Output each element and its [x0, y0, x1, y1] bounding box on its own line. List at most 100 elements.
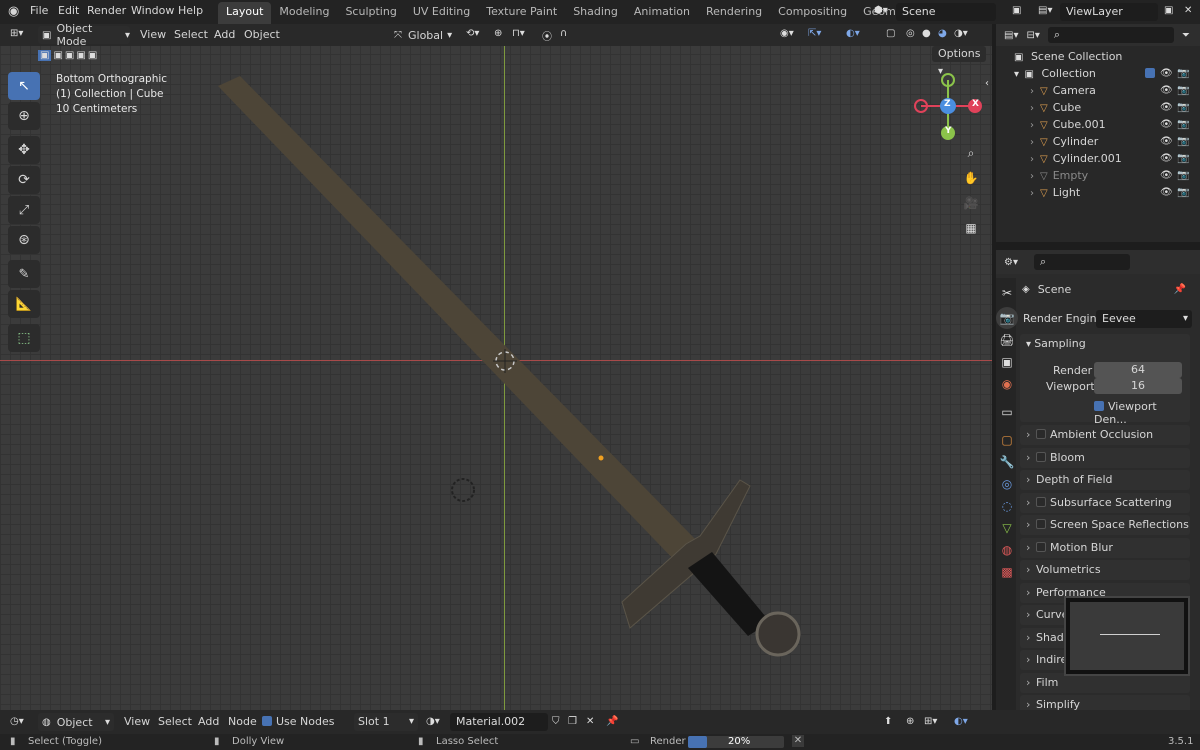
- select-invert-icon[interactable]: ▣: [76, 50, 85, 61]
- render-camera-icon[interactable]: 📷: [1177, 65, 1189, 82]
- outliner-item[interactable]: › ▽ Cylinder.001 👁 📷: [996, 150, 1200, 167]
- pin-icon[interactable]: 📌: [606, 716, 618, 727]
- panel-enable-checkbox[interactable]: [1036, 519, 1046, 529]
- tool-annotate[interactable]: ✎: [8, 260, 40, 288]
- shading-rendered-icon[interactable]: ◑▾: [954, 28, 968, 39]
- ortho-grid-icon[interactable]: ▦: [960, 217, 982, 239]
- scene-new-icon[interactable]: ▣: [1012, 5, 1021, 16]
- render-camera-icon[interactable]: 📷: [1177, 167, 1189, 184]
- render-camera-icon[interactable]: 📷: [1177, 99, 1189, 116]
- filter-icon[interactable]: ⏷: [1182, 30, 1190, 41]
- select-subtract-icon[interactable]: ▣: [65, 50, 74, 61]
- overlay-toggle-icon[interactable]: ◐▾: [954, 716, 968, 727]
- panel-enable-checkbox[interactable]: [1036, 496, 1046, 507]
- snap-target-icon[interactable]: ⊞▾: [924, 716, 937, 727]
- use-nodes-toggle[interactable]: Use Nodes: [262, 715, 335, 728]
- display-mode-icon[interactable]: ⊟▾: [1026, 30, 1039, 41]
- tab-shading[interactable]: Shading: [565, 2, 626, 24]
- texture-tab-icon[interactable]: ▩: [996, 561, 1018, 583]
- outliner-item[interactable]: › ▽ Camera 👁 📷: [996, 82, 1200, 99]
- tab-sculpting[interactable]: Sculpting: [337, 2, 404, 24]
- render-camera-icon[interactable]: 📷: [1177, 82, 1189, 99]
- snap-icon[interactable]: ⊕: [906, 716, 914, 727]
- tab-uv-editing[interactable]: UV Editing: [405, 2, 478, 24]
- particles-tab-icon[interactable]: ◎: [996, 473, 1018, 495]
- select-new-icon[interactable]: ▣: [38, 49, 52, 61]
- sword-grip[interactable]: [688, 552, 770, 636]
- properties-search-input[interactable]: ⌕: [1033, 254, 1130, 270]
- shading-wireframe-icon[interactable]: ◎: [906, 28, 915, 39]
- tab-animation[interactable]: Animation: [626, 2, 698, 24]
- viewport-menu-select[interactable]: Select: [174, 28, 208, 41]
- tool-add-cube[interactable]: ⬚: [8, 324, 40, 352]
- tab-layout[interactable]: Layout: [218, 2, 272, 24]
- slot-selector[interactable]: Slot 1 ▾: [354, 713, 418, 731]
- snap-target-icon[interactable]: ⊓▾: [512, 28, 525, 39]
- outliner-scene-collection[interactable]: ▣ Scene Collection: [996, 48, 1200, 65]
- eye-icon[interactable]: 👁: [1160, 167, 1173, 184]
- chevron-right-icon[interactable]: ›: [1030, 103, 1034, 114]
- shader-menu-select[interactable]: Select: [158, 715, 192, 728]
- collection-exclude-checkbox[interactable]: [1145, 68, 1155, 78]
- data-tab-icon[interactable]: ▽: [996, 517, 1018, 539]
- viewport-menu-object[interactable]: Object: [244, 28, 280, 41]
- outliner-item[interactable]: › ▽ Empty 👁 📷: [996, 167, 1200, 184]
- outliner-collection[interactable]: ▾ ▣ Collection 👁 📷: [996, 65, 1200, 82]
- scene-tab-icon[interactable]: ◉: [996, 373, 1018, 395]
- render-camera-icon[interactable]: 📷: [1177, 150, 1189, 167]
- panel-volumetrics[interactable]: › Volumetrics: [1020, 560, 1190, 580]
- sidebar-toggle-icon[interactable]: ‹: [985, 78, 989, 89]
- render-camera-icon[interactable]: 📷: [1177, 116, 1189, 133]
- material-browse-icon[interactable]: ◑▾: [426, 716, 440, 727]
- pivot-point-icon[interactable]: ⟲▾: [466, 28, 479, 39]
- editor-type-icon[interactable]: ▤▾: [1004, 30, 1018, 41]
- physics-tab-icon[interactable]: ◌: [996, 495, 1018, 517]
- parent-node-icon[interactable]: ⬆: [884, 716, 892, 727]
- panel-enable-checkbox[interactable]: [1036, 429, 1046, 439]
- render-tab-icon[interactable]: 📷: [996, 307, 1018, 329]
- tool-transform[interactable]: ⊛: [8, 226, 40, 254]
- select-extend-icon[interactable]: ▣: [53, 50, 62, 61]
- chevron-right-icon[interactable]: ›: [1030, 137, 1034, 148]
- eye-icon[interactable]: 👁: [1160, 133, 1173, 150]
- snap-icon[interactable]: ⊕: [494, 28, 502, 39]
- panel-enable-checkbox[interactable]: [1036, 541, 1046, 552]
- shader-menu-node[interactable]: Node: [228, 715, 257, 728]
- cancel-render-icon[interactable]: ✕: [792, 735, 804, 747]
- duplicate-material-icon[interactable]: ❐: [568, 716, 577, 727]
- tab-compositing[interactable]: Compositing: [770, 2, 855, 24]
- outliner-item[interactable]: › ▽ Cube 👁 📷: [996, 99, 1200, 116]
- shading-solid-icon[interactable]: ●: [922, 28, 931, 39]
- material-tab-icon[interactable]: ◍: [996, 539, 1018, 561]
- output-tab-icon[interactable]: 🖨: [996, 329, 1018, 351]
- unlink-material-icon[interactable]: ✕: [586, 716, 594, 727]
- menu-file[interactable]: File: [30, 4, 48, 17]
- transform-orientation[interactable]: ⤧ Global ▾: [394, 26, 452, 44]
- scene-selector[interactable]: Scene: [896, 3, 996, 21]
- scene-icon[interactable]: ⬢▾: [874, 5, 888, 16]
- visibility-icon[interactable]: ◉▾: [780, 28, 794, 39]
- menu-window[interactable]: Window: [131, 4, 174, 17]
- menu-edit[interactable]: Edit: [58, 4, 79, 17]
- tool-select-box[interactable]: ↖: [8, 72, 40, 100]
- 3d-viewport[interactable]: ⊞▾ ▣ Object Mode ▾ View Select Add Objec…: [0, 24, 992, 710]
- tab-rendering[interactable]: Rendering: [698, 2, 770, 24]
- tool-scale[interactable]: ⤢: [8, 196, 40, 224]
- shader-menu-view[interactable]: View: [124, 715, 150, 728]
- eye-icon[interactable]: 👁: [1160, 82, 1173, 99]
- shader-menu-add[interactable]: Add: [198, 715, 219, 728]
- outliner-item[interactable]: › ▽ Cylinder 👁 📷: [996, 133, 1200, 150]
- menu-help[interactable]: Help: [178, 4, 203, 17]
- sword-blade[interactable]: [218, 76, 700, 564]
- tool-tab-icon[interactable]: ✂: [996, 282, 1018, 304]
- viewport-denoise-toggle[interactable]: Viewport Den...: [1094, 400, 1190, 426]
- editor-type-icon[interactable]: ⚙▾: [1004, 257, 1018, 268]
- panel-bloom[interactable]: › Bloom: [1020, 447, 1190, 468]
- camera-view-icon[interactable]: 🎥: [960, 192, 982, 214]
- eye-icon[interactable]: 👁: [1160, 150, 1173, 167]
- tab-modeling[interactable]: Modeling: [271, 2, 337, 24]
- menu-render[interactable]: Render: [87, 4, 126, 17]
- blender-logo-icon[interactable]: ◉: [8, 4, 19, 19]
- pin-icon[interactable]: 📌: [1174, 284, 1186, 295]
- light-object-icon[interactable]: [451, 478, 475, 502]
